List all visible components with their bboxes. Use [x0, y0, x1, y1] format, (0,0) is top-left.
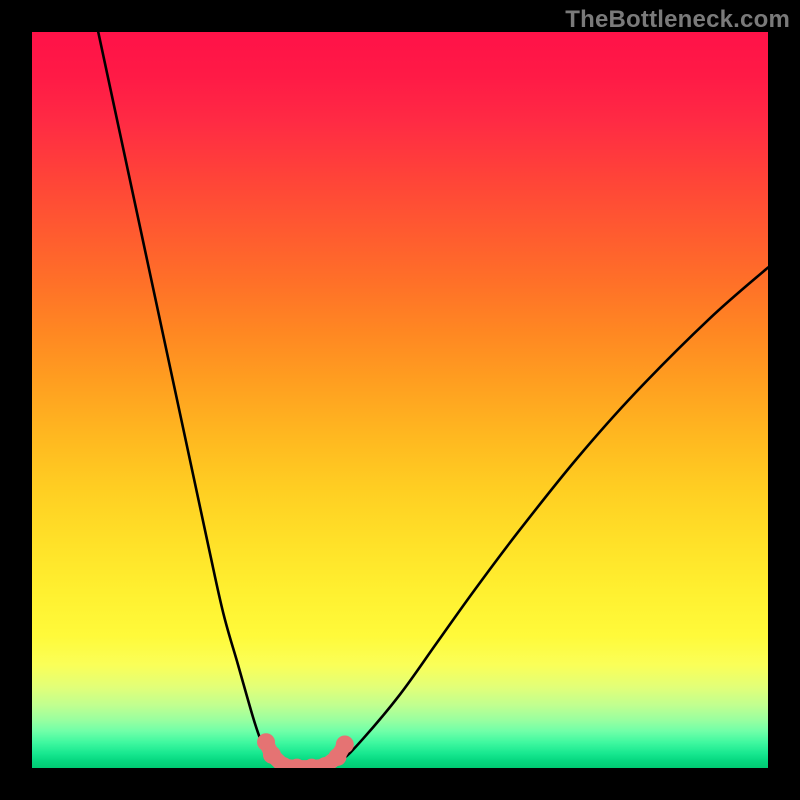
frame: TheBottleneck.com: [0, 0, 800, 800]
marker-dot: [336, 735, 354, 753]
plot-area: [32, 32, 768, 768]
curve-layer: [32, 32, 768, 768]
attribution-text: TheBottleneck.com: [565, 6, 790, 34]
bottleneck-curve: [98, 32, 768, 768]
